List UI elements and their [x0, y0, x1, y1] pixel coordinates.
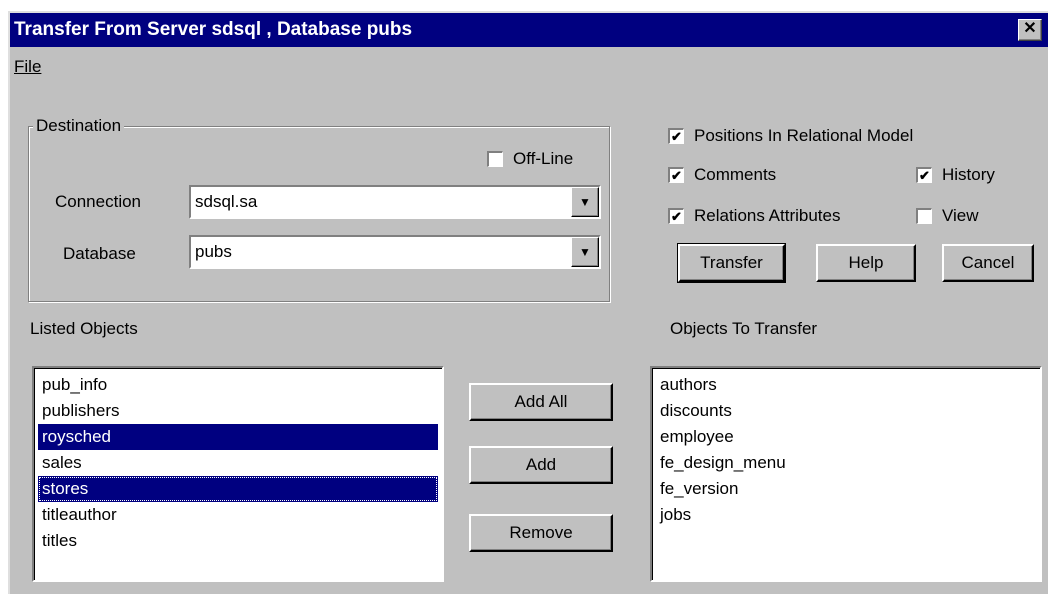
add-all-button[interactable]: Add All	[469, 383, 613, 421]
history-checkbox-box[interactable]: ✔	[916, 167, 932, 183]
list-item[interactable]: titles	[38, 528, 438, 554]
list-item[interactable]: sales	[38, 450, 438, 476]
database-value: pubs	[195, 242, 232, 261]
database-label: Database	[63, 244, 136, 263]
list-item[interactable]: pub_info	[38, 372, 438, 398]
connection-label: Connection	[55, 192, 142, 211]
help-button[interactable]: Help	[816, 244, 916, 282]
view-checkbox[interactable]: View	[916, 206, 979, 226]
menu-bar: File	[10, 47, 1048, 81]
list-item[interactable]: discounts	[656, 398, 1036, 424]
positions-label: Positions In Relational Model	[694, 126, 914, 145]
view-checkbox-box[interactable]	[916, 208, 932, 224]
destination-legend: Destination	[33, 116, 125, 136]
comments-checkbox[interactable]: ✔ Comments	[668, 165, 776, 185]
list-item[interactable]: titleauthor	[38, 502, 438, 528]
list-item[interactable]: stores	[38, 476, 438, 502]
menu-file-label: File	[14, 57, 42, 76]
list-item[interactable]: fe_version	[656, 476, 1036, 502]
objects-to-transfer-list[interactable]: authors discounts employee fe_design_menu fe…	[650, 366, 1042, 582]
transfer-button[interactable]: Transfer	[677, 243, 786, 283]
listed-objects-list[interactable]: pub_info publishers roysched sales stores tit…	[32, 366, 444, 582]
offline-label: Off-Line	[513, 149, 574, 168]
destination-group: Destination Off-Line Connection sdsql.sa…	[28, 116, 610, 302]
relations-checkbox-box[interactable]: ✔	[668, 208, 684, 224]
connection-value: sdsql.sa	[195, 192, 258, 211]
list-item[interactable]: employee	[656, 424, 1036, 450]
comments-label: Comments	[694, 165, 777, 184]
close-icon[interactable]: ✕	[1018, 19, 1042, 41]
list-item[interactable]: fe_design_menu	[656, 450, 1036, 476]
remove-button[interactable]: Remove	[469, 514, 613, 552]
list-item[interactable]: publishers	[38, 398, 438, 424]
history-label: History	[942, 165, 995, 184]
offline-checkbox[interactable]: Off-Line	[487, 149, 573, 169]
connection-select[interactable]: sdsql.sa ▼	[189, 185, 601, 219]
add-button[interactable]: Add	[469, 446, 613, 484]
objects-to-transfer-label: Objects To Transfer	[670, 319, 818, 338]
chevron-down-icon[interactable]: ▼	[571, 237, 599, 267]
history-checkbox[interactable]: ✔ History	[916, 165, 995, 185]
list-item[interactable]: jobs	[656, 502, 1036, 528]
menu-file[interactable]: File	[14, 57, 41, 77]
chevron-down-icon[interactable]: ▼	[571, 187, 599, 217]
positions-checkbox-box[interactable]: ✔	[668, 128, 684, 144]
title-bar[interactable]: Transfer From Server sdsql , Database pu…	[10, 13, 1048, 47]
view-label: View	[942, 206, 979, 225]
positions-checkbox[interactable]: ✔ Positions In Relational Model	[668, 126, 913, 146]
relations-label: Relations Attributes	[694, 206, 841, 225]
cancel-button[interactable]: Cancel	[942, 244, 1034, 282]
listed-objects-label: Listed Objects	[30, 319, 138, 338]
transfer-dialog: Transfer From Server sdsql , Database pu…	[8, 11, 1048, 594]
offline-checkbox-box[interactable]	[487, 151, 503, 167]
list-item[interactable]: roysched	[38, 424, 438, 450]
comments-checkbox-box[interactable]: ✔	[668, 167, 684, 183]
window-title: Transfer From Server sdsql , Database pu…	[14, 19, 413, 40]
database-select[interactable]: pubs ▼	[189, 235, 601, 269]
list-item[interactable]: authors	[656, 372, 1036, 398]
relations-checkbox[interactable]: ✔ Relations Attributes	[668, 206, 840, 226]
